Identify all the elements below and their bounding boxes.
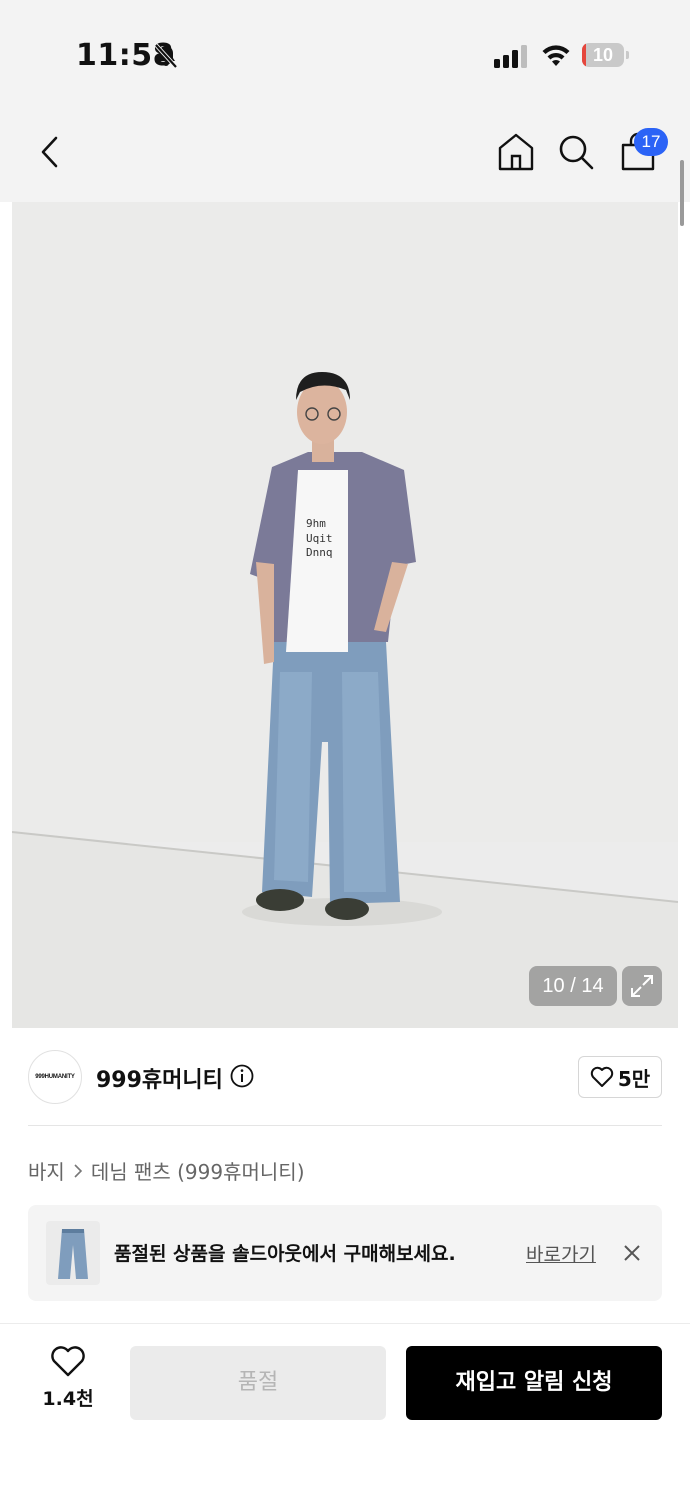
info-icon[interactable] xyxy=(230,1064,254,1088)
soldout-banner-text: 품절된 상품을 솔드아웃에서 구매해보세요. xyxy=(114,1243,456,1265)
svg-text:Uqit: Uqit xyxy=(306,532,333,545)
soldout-banner: 품절된 상품을 솔드아웃에서 구매해보세요. 바로가기 xyxy=(28,1205,662,1301)
brand-name[interactable]: 999휴머니티 xyxy=(96,1062,223,1094)
breadcrumb-category[interactable]: 바지 xyxy=(28,1156,65,1185)
banner-close-button[interactable] xyxy=(618,1239,646,1267)
close-icon xyxy=(624,1245,640,1261)
top-navigation xyxy=(0,110,690,202)
search-icon xyxy=(559,135,594,170)
page-scrollbar[interactable] xyxy=(680,160,684,226)
cellular-signal-icon xyxy=(494,45,527,68)
soldout-banner-link[interactable]: 바로가기 xyxy=(526,1240,596,1267)
wifi-icon xyxy=(542,45,570,66)
battery-level: 10 xyxy=(592,45,614,65)
home-icon xyxy=(498,133,534,171)
soldout-button[interactable]: 품절 xyxy=(130,1346,386,1420)
bottom-bar-divider xyxy=(0,1323,690,1324)
chevron-right-icon xyxy=(73,1163,83,1179)
image-counter: 10 / 14 xyxy=(529,966,617,1006)
breadcrumb-subcategory[interactable]: 데님 팬츠 (999휴머니티) xyxy=(91,1156,305,1185)
back-button[interactable] xyxy=(28,130,72,174)
home-button[interactable] xyxy=(494,130,538,174)
breadcrumb: 바지 데님 팬츠 (999휴머니티) xyxy=(28,1156,305,1185)
svg-text:9hm: 9hm xyxy=(306,517,326,530)
expand-icon xyxy=(631,975,653,997)
brand-like-count: 5만 xyxy=(617,1066,651,1091)
back-arrow-icon xyxy=(41,136,58,168)
expand-image-button[interactable] xyxy=(622,966,662,1006)
brand-like-button[interactable]: 5만 xyxy=(578,1056,662,1098)
product-photo[interactable]: 9hm Uqit Dnnq xyxy=(12,202,678,1028)
wishlist-button[interactable]: 1.4천 xyxy=(30,1346,106,1422)
wishlist-count: 1.4천 xyxy=(42,1388,94,1410)
heart-icon xyxy=(590,1066,614,1087)
search-button[interactable] xyxy=(554,130,598,174)
restock-alert-button[interactable]: 재입고 알림 신청 xyxy=(406,1346,662,1420)
status-bar: 11:58 10 xyxy=(0,0,690,110)
cart-count-badge: 17 xyxy=(634,128,668,156)
bell-off-icon xyxy=(154,43,178,69)
brand-logo-text: 999HUMANITY xyxy=(35,1074,75,1080)
product-image: 9hm Uqit Dnnq xyxy=(12,202,678,1028)
brand-row: 999HUMANITY 999휴머니티 5만 xyxy=(0,1028,690,1126)
heart-icon xyxy=(51,1346,85,1377)
jeans-thumbnail xyxy=(46,1221,100,1285)
svg-text:Dnnq: Dnnq xyxy=(306,546,333,559)
section-divider xyxy=(28,1125,662,1126)
battery-icon: 10 xyxy=(582,43,630,69)
brand-logo[interactable]: 999HUMANITY xyxy=(28,1050,82,1104)
